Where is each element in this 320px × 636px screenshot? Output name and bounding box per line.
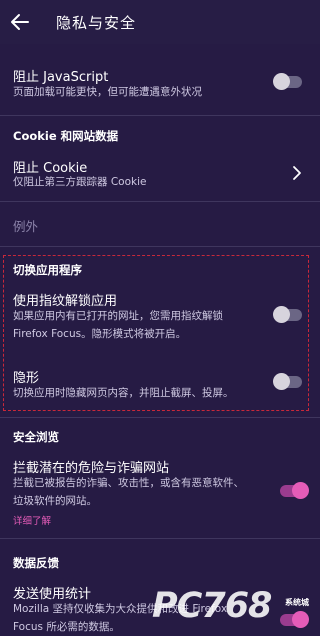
divider [0,246,320,247]
watermark-logo: PC768 [152,586,272,626]
telemetry-subtitle-2: Focus 所必需的数据。 [13,621,120,633]
section-header-safe-browsing: 安全浏览 [13,430,59,444]
section-header-cookie: Cookie 和网站数据 [13,129,119,143]
block-javascript-subtitle: 页面加载可能更快，但可能遭遇意外状况 [13,86,202,98]
learn-more-link[interactable]: 详细了解 [13,513,51,527]
page-title: 隐私与安全 [56,14,137,32]
block-javascript-toggle[interactable] [273,73,302,90]
watermark-small: 系统城 [285,598,309,607]
block-dangerous-toggle[interactable] [280,482,309,499]
stealth-subtitle: 切换应用时隐藏网页内容，并阻止截屏、投屏。 [13,387,234,399]
section-header-data-feedback: 数据反馈 [13,556,59,570]
divider [0,115,320,116]
stealth-toggle[interactable] [273,373,302,390]
fingerprint-unlock-subtitle-2: Firefox Focus。隐形模式将被开启。 [13,328,187,340]
toggle-knob [292,482,309,499]
toggle-knob [292,611,309,628]
toggle-knob [273,306,290,323]
block-dangerous-subtitle-1: 拦截已被报告的诈骗、攻击性，或含有恶意软件、 [13,477,244,489]
toggle-knob [273,73,290,90]
block-cookie-subtitle: 仅阻止第三方跟踪器 Cookie [13,176,147,188]
toggle-knob [273,373,290,390]
fingerprint-unlock-subtitle-1: 如果应用内有已打开的网址，您需用指纹解锁 [13,310,223,322]
block-dangerous-subtitle-2: 垃圾软件的网站。 [13,495,97,507]
chevron-right-icon[interactable] [290,165,304,181]
section-header-app-switch: 切换应用程序 [13,263,82,277]
app-bar: 隐私与安全 [0,0,320,44]
divider [0,417,320,418]
divider [0,201,320,202]
divider [0,538,320,539]
arrow-left-icon[interactable] [8,10,32,34]
fingerprint-unlock-toggle[interactable] [273,306,302,323]
exceptions-item[interactable]: 例外 [13,216,38,235]
telemetry-toggle[interactable] [280,611,309,628]
